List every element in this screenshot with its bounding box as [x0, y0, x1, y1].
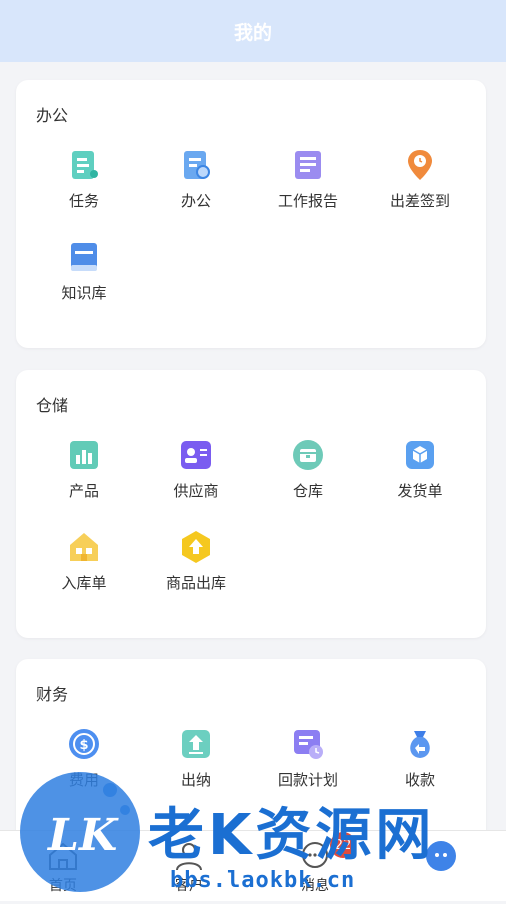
item-label: 出差签到	[389, 192, 450, 210]
item-label: 办公	[180, 192, 211, 210]
page-header: 我的	[0, 0, 506, 62]
page-title: 我的	[233, 21, 272, 44]
watermark-title: 老K资源网	[148, 803, 436, 868]
item-cashier[interactable]: 出纳	[140, 727, 252, 790]
cashier-upload-icon	[179, 727, 213, 761]
item-label: 任务	[68, 192, 99, 210]
item-label: 知识库	[61, 284, 107, 302]
work-report-icon	[291, 148, 325, 182]
section-title: 财务	[36, 685, 69, 704]
supplier-card-icon	[179, 438, 213, 472]
item-payment-plan[interactable]: 回款计划	[252, 727, 364, 790]
item-label: 商品出库	[165, 574, 226, 592]
item-expense[interactable]: $ 费用	[28, 727, 140, 790]
item-receipt[interactable]: 收款	[364, 727, 476, 790]
tab-home[interactable]: 首页	[0, 831, 126, 901]
item-label: 出纳	[180, 771, 211, 789]
inbound-house-icon	[67, 530, 101, 564]
item-task[interactable]: 任务	[28, 148, 140, 211]
item-knowledge[interactable]: 知识库	[28, 240, 140, 303]
office-doc-search-icon	[179, 148, 213, 182]
location-pin-icon	[403, 148, 437, 182]
payment-plan-icon	[291, 727, 325, 761]
item-label: 费用	[68, 771, 99, 789]
watermark-url: bbs.laokbk.cn	[170, 868, 356, 893]
item-work-report[interactable]: 工作报告	[252, 148, 364, 211]
section-storage: 仓储 产品 供应商 仓库 发货单 入库单 商品出库	[16, 370, 486, 638]
product-chart-icon	[67, 438, 101, 472]
tab-label: 首页	[49, 878, 77, 894]
item-inbound[interactable]: 入库单	[28, 530, 140, 593]
warehouse-box-icon	[291, 438, 325, 472]
item-label: 回款计划	[277, 771, 338, 789]
item-outbound[interactable]: 商品出库	[140, 530, 252, 593]
item-label: 发货单	[397, 482, 443, 500]
home-icon	[46, 839, 80, 873]
item-label: 入库单	[61, 574, 107, 592]
outbound-arrow-icon	[179, 530, 213, 564]
item-label: 仓库	[292, 482, 323, 500]
item-office[interactable]: 办公	[140, 148, 252, 211]
section-office: 办公 任务 办公 工作报告 出差签到 知识库	[16, 80, 486, 348]
item-supplier[interactable]: 供应商	[140, 438, 252, 501]
item-label: 产品	[68, 482, 99, 500]
item-label: 供应商	[173, 482, 219, 500]
knowledge-book-icon	[67, 240, 101, 274]
money-bag-icon	[403, 727, 437, 761]
item-label: 工作报告	[277, 192, 338, 210]
svg-text:$: $	[79, 738, 88, 753]
section-title: 仓储	[36, 396, 69, 415]
section-title: 办公	[36, 106, 69, 125]
task-doc-icon	[67, 148, 101, 182]
item-shipping[interactable]: 发货单	[364, 438, 476, 501]
item-checkin[interactable]: 出差签到	[364, 148, 476, 211]
expense-coin-icon: $	[67, 727, 101, 761]
item-label: 收款	[404, 771, 435, 789]
item-product[interactable]: 产品	[28, 438, 140, 501]
item-warehouse[interactable]: 仓库	[252, 438, 364, 501]
shipping-box-icon	[403, 438, 437, 472]
